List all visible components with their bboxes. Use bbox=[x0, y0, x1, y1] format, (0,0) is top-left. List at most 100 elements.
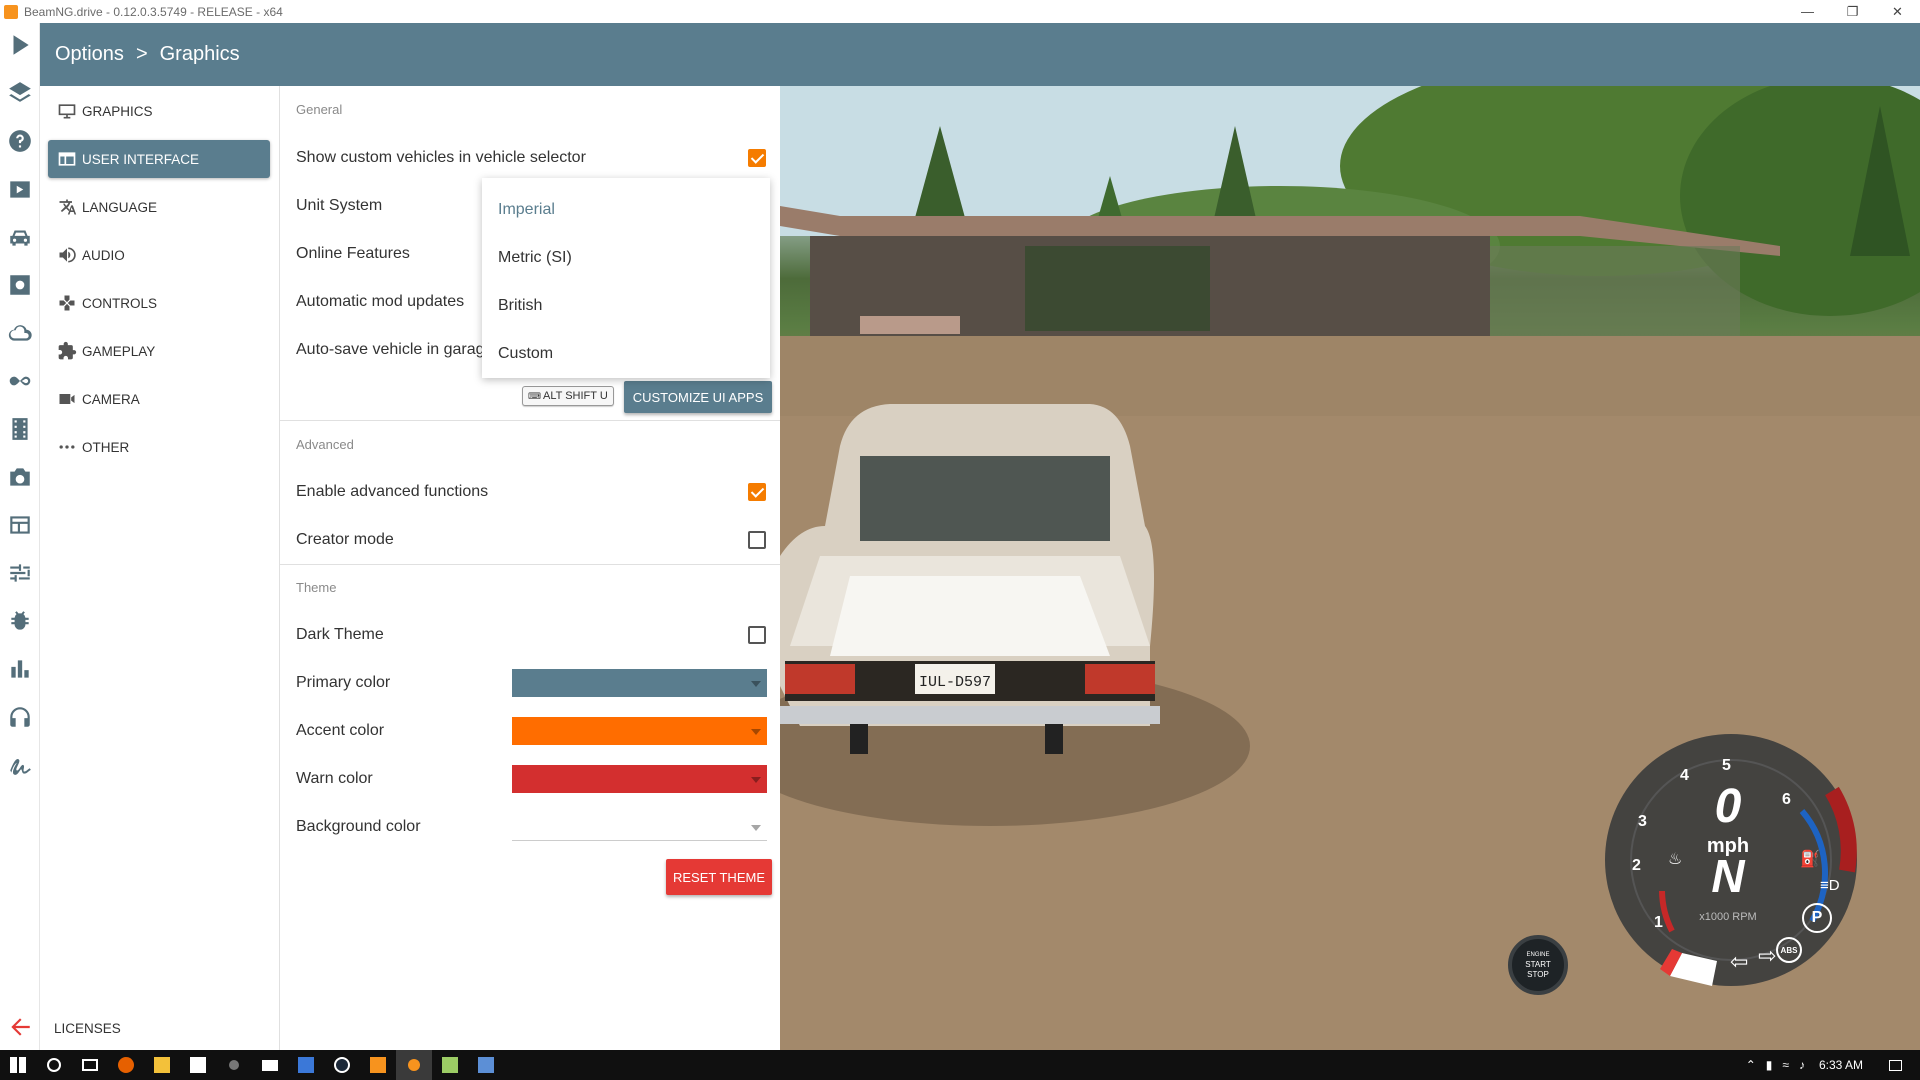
headphones-icon[interactable] bbox=[6, 703, 34, 731]
engine-start-stop-button[interactable]: ENGINE START STOP bbox=[1508, 935, 1568, 995]
video-play-icon[interactable] bbox=[6, 175, 34, 203]
volume-tray-icon[interactable]: ♪ bbox=[1799, 1058, 1805, 1072]
task-view-icon[interactable] bbox=[72, 1050, 108, 1080]
breadcrumb-root[interactable]: Options bbox=[55, 43, 124, 66]
headlight-icon: ≡D bbox=[1820, 877, 1840, 894]
beamng-drive-icon[interactable] bbox=[396, 1050, 432, 1080]
setting-label: Primary color bbox=[296, 674, 391, 691]
notepad-icon[interactable] bbox=[432, 1050, 468, 1080]
setting-label: Auto-save vehicle in garag bbox=[296, 341, 485, 358]
close-button[interactable]: ✕ bbox=[1875, 0, 1920, 23]
category-graphics[interactable]: GRAPHICS bbox=[48, 92, 270, 130]
sliders-icon[interactable] bbox=[6, 559, 34, 587]
category-label: CAMERA bbox=[82, 391, 140, 407]
setting-enable-advanced: Enable advanced functions bbox=[296, 468, 766, 516]
setting-background-color: Background color bbox=[296, 803, 767, 851]
category-camera[interactable]: CAMERA bbox=[48, 380, 270, 418]
customize-ui-apps-button[interactable]: CUSTOMIZE UI APPS bbox=[624, 381, 772, 413]
creator-mode-checkbox[interactable] bbox=[748, 531, 766, 549]
minimize-button[interactable]: — bbox=[1785, 0, 1830, 23]
mail-icon[interactable] bbox=[252, 1050, 288, 1080]
camera-icon[interactable] bbox=[6, 463, 34, 491]
clock-time[interactable]: 6:33 AM bbox=[1819, 1058, 1863, 1072]
turn-right-icon: ⇨ bbox=[1758, 943, 1777, 968]
infinity-icon[interactable] bbox=[6, 367, 34, 395]
setting-label: Show custom vehicles in vehicle selector bbox=[296, 149, 586, 166]
dark-theme-checkbox[interactable] bbox=[748, 626, 766, 644]
window-controls: — ❐ ✕ bbox=[1785, 0, 1920, 23]
section-title-theme: Theme bbox=[296, 580, 337, 595]
beamng-launcher-icon[interactable] bbox=[360, 1050, 396, 1080]
setting-label: Dark Theme bbox=[296, 626, 384, 643]
restore-button[interactable]: ❐ bbox=[1830, 0, 1875, 23]
breadcrumb: Options > Graphics bbox=[55, 23, 240, 86]
signature-icon[interactable] bbox=[6, 751, 34, 779]
setting-label: Enable advanced functions bbox=[296, 483, 489, 500]
licenses-link[interactable]: LICENSES bbox=[54, 1021, 121, 1036]
notification-center-icon[interactable] bbox=[1889, 1059, 1902, 1071]
background-color-select[interactable] bbox=[512, 813, 767, 841]
breadcrumb-current: Graphics bbox=[159, 43, 240, 65]
unit-option-custom[interactable]: Custom bbox=[498, 330, 553, 378]
gamepad-icon bbox=[56, 292, 78, 314]
settings-gear-icon[interactable] bbox=[6, 271, 34, 299]
car-icon[interactable] bbox=[6, 223, 34, 251]
breadcrumb-separator: > bbox=[135, 43, 148, 65]
parking-label: P bbox=[1811, 909, 1823, 926]
unit-option-imperial[interactable]: Imperial bbox=[498, 186, 555, 234]
more-dots-icon bbox=[56, 436, 78, 458]
puzzle-icon bbox=[56, 340, 78, 362]
bug-icon[interactable] bbox=[6, 607, 34, 635]
license-plate: IUL-D597 bbox=[919, 674, 991, 691]
rpm-tick-5: 5 bbox=[1722, 757, 1731, 774]
category-audio[interactable]: AUDIO bbox=[48, 236, 270, 274]
system-tray: ⌃ ▮ ≈ ♪ 6:33 AM bbox=[1746, 1050, 1920, 1080]
app-window-icon-2[interactable] bbox=[468, 1050, 504, 1080]
app-window-icon[interactable] bbox=[288, 1050, 324, 1080]
setting-label: Warn color bbox=[296, 770, 373, 787]
accent-color-select[interactable] bbox=[512, 717, 767, 745]
fuel-icon: ⛽ bbox=[1800, 851, 1820, 868]
bar-chart-icon[interactable] bbox=[6, 655, 34, 683]
layers-icon[interactable] bbox=[6, 79, 34, 107]
search-circle-icon[interactable] bbox=[36, 1050, 72, 1080]
category-language[interactable]: LANGUAGE bbox=[48, 188, 270, 226]
rpm-tick-4: 4 bbox=[1680, 767, 1689, 784]
unit-option-british[interactable]: British bbox=[498, 282, 542, 330]
battery-icon[interactable]: ▮ bbox=[1766, 1058, 1773, 1072]
help-icon[interactable] bbox=[6, 127, 34, 155]
store-icon[interactable] bbox=[180, 1050, 216, 1080]
game-viewport[interactable]: IUL-D597 ENGINE START STOP 1 2 3 4 5 6 0… bbox=[780, 86, 1920, 1050]
setting-label: Automatic mod updates bbox=[296, 293, 465, 310]
category-user-interface[interactable]: USER INTERFACE bbox=[48, 140, 270, 178]
file-explorer-icon[interactable] bbox=[144, 1050, 180, 1080]
reset-theme-button[interactable]: RESET THEME bbox=[666, 859, 772, 895]
tray-chevron-icon[interactable]: ⌃ bbox=[1746, 1058, 1756, 1072]
unit-system-dropdown: Imperial Metric (SI) British Custom bbox=[482, 178, 770, 378]
windows-start-icon[interactable] bbox=[0, 1050, 36, 1080]
divider bbox=[280, 564, 780, 565]
play-icon[interactable] bbox=[6, 31, 34, 59]
primary-color-select[interactable] bbox=[512, 669, 767, 697]
show-custom-vehicles-checkbox[interactable] bbox=[748, 149, 766, 167]
keyboard-icon: ⌨ bbox=[528, 390, 541, 401]
wifi-icon[interactable]: ≈ bbox=[1782, 1058, 1789, 1072]
app-icon[interactable] bbox=[216, 1050, 252, 1080]
warn-color-select[interactable] bbox=[512, 765, 767, 793]
translate-icon bbox=[56, 196, 78, 218]
setting-warn-color: Warn color bbox=[296, 755, 767, 803]
setting-creator-mode: Creator mode bbox=[296, 516, 766, 564]
film-icon[interactable] bbox=[6, 415, 34, 443]
category-other[interactable]: OTHER bbox=[48, 428, 270, 466]
firefox-icon[interactable] bbox=[108, 1050, 144, 1080]
back-arrow-icon[interactable] bbox=[6, 1013, 34, 1041]
steam-icon[interactable] bbox=[324, 1050, 360, 1080]
cloud-icon[interactable] bbox=[6, 319, 34, 347]
setting-label: Online Features bbox=[296, 245, 410, 262]
category-gameplay[interactable]: GAMEPLAY bbox=[48, 332, 270, 370]
layout-icon[interactable] bbox=[6, 511, 34, 539]
category-controls[interactable]: CONTROLS bbox=[48, 284, 270, 322]
monitor-icon bbox=[56, 100, 78, 122]
unit-option-metric[interactable]: Metric (SI) bbox=[498, 234, 572, 282]
enable-advanced-checkbox[interactable] bbox=[748, 483, 766, 501]
